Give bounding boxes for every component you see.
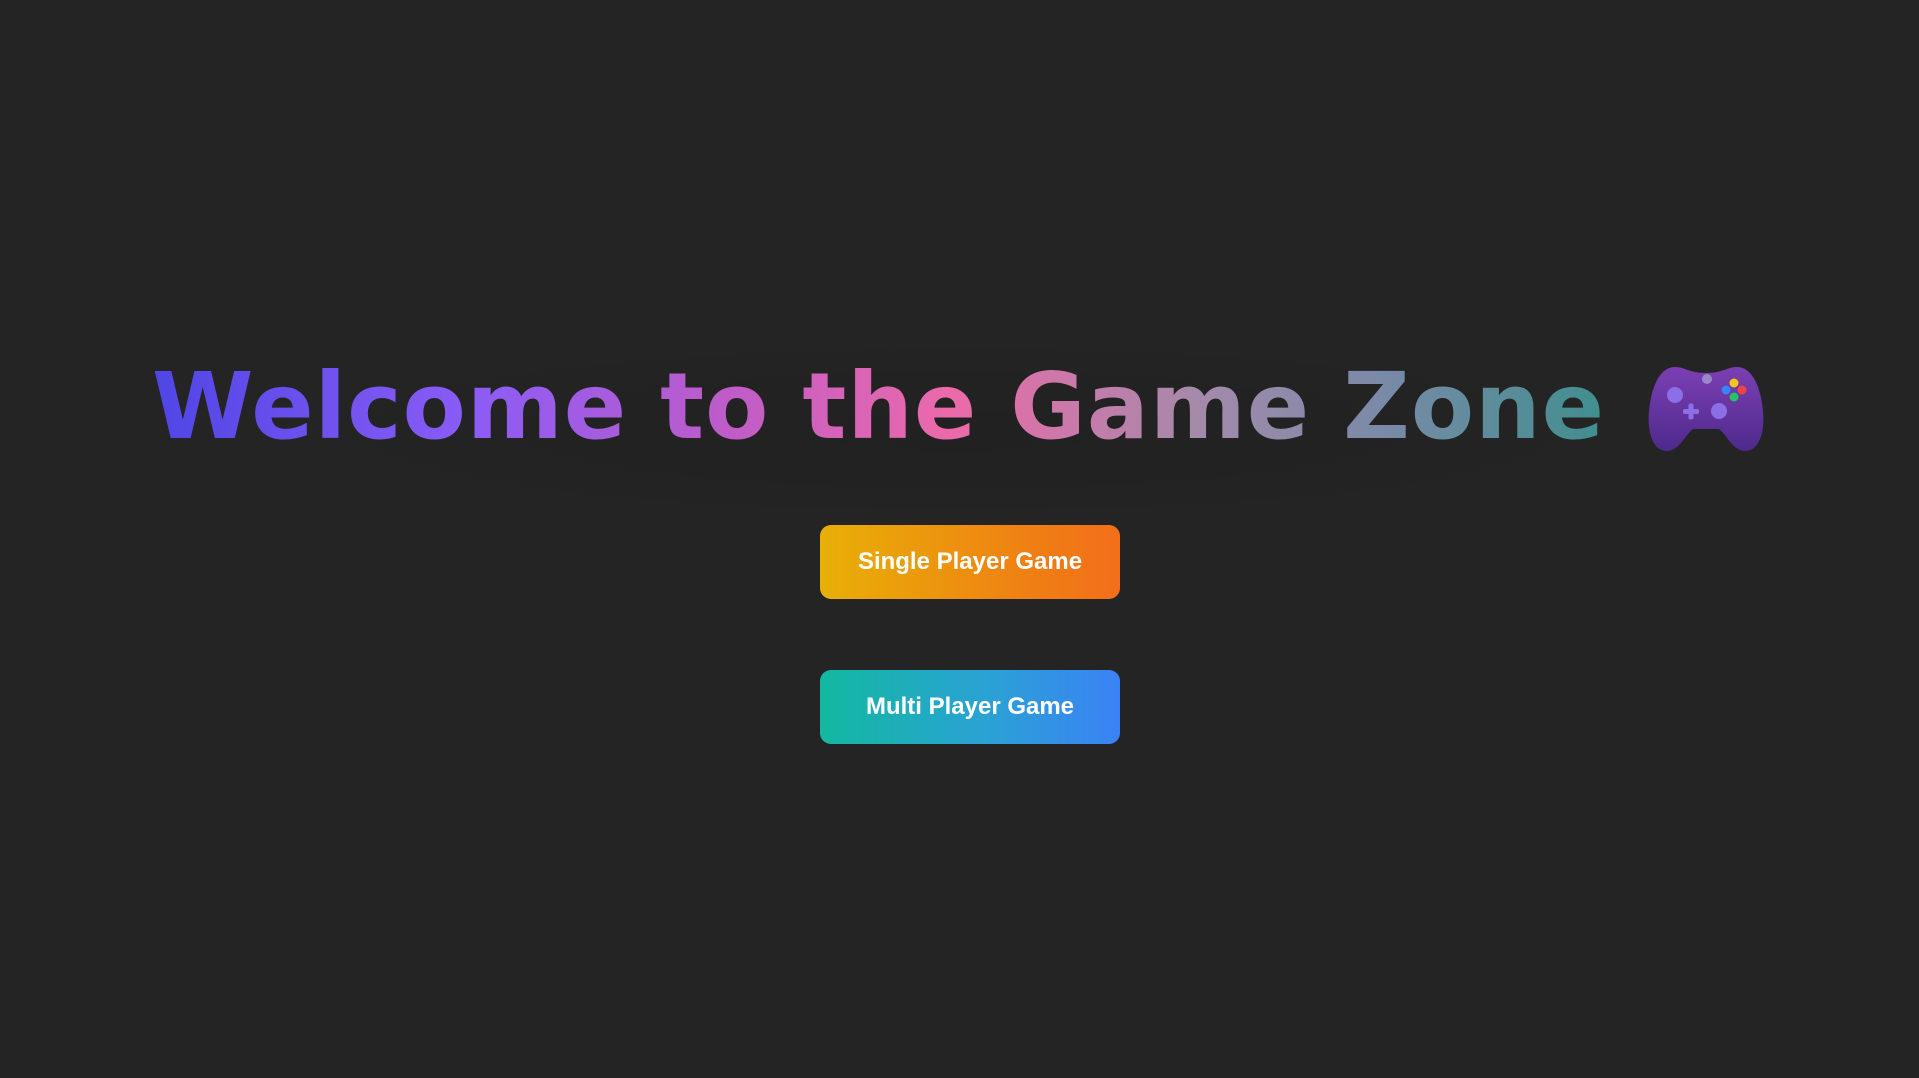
page-title: Welcome to the Game Zone: [152, 353, 1605, 460]
multi-player-button[interactable]: Multi Player Game: [820, 670, 1120, 744]
game-controller-icon: [1645, 359, 1767, 455]
single-player-button[interactable]: Single Player Game: [820, 525, 1120, 599]
title-row: Welcome to the Game Zone: [0, 342, 1919, 472]
game-zone-screen: Welcome to the Game Zone Single Player G…: [0, 0, 1919, 1078]
